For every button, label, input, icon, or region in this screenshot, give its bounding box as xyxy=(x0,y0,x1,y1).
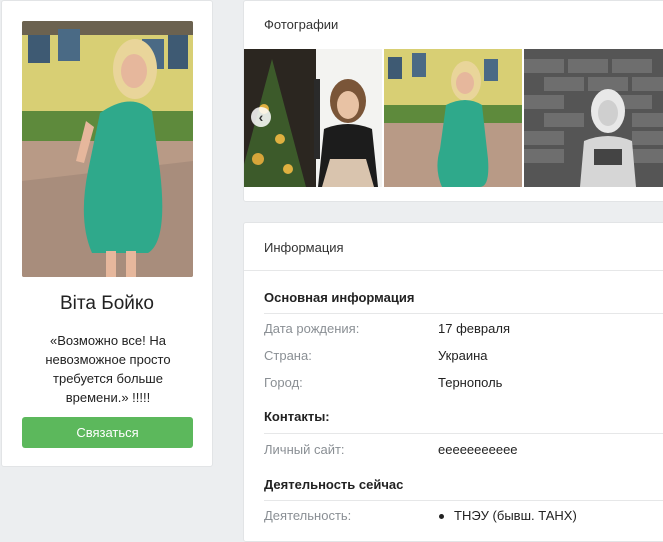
city-value: Тернополь xyxy=(438,375,503,390)
activity-value[interactable]: ТНЭУ (бывш. ТАНХ) xyxy=(454,508,577,523)
divider xyxy=(264,500,663,501)
contact-button[interactable]: Связаться xyxy=(22,417,193,448)
activity-label: Деятельность: xyxy=(264,508,352,523)
section-title-activity: Деятельность сейчас xyxy=(264,477,404,492)
country-label: Страна: xyxy=(264,348,312,363)
section-title-basic: Основная информация xyxy=(264,290,415,305)
profile-status: «Возможно все! На невозможное просто тре… xyxy=(45,333,171,405)
photo-thumbnail[interactable] xyxy=(384,49,522,187)
photo-thumbnail[interactable] xyxy=(524,49,663,187)
site-value: eeeeeeeeeee xyxy=(438,442,518,457)
birthday-label: Дата рождения: xyxy=(264,321,360,336)
profile-name: Віта Бойко xyxy=(60,293,154,314)
divider xyxy=(244,270,663,271)
chevron-left-icon[interactable]: ‹ xyxy=(251,107,271,127)
info-title: Информация xyxy=(264,240,344,255)
country-value: Украина xyxy=(438,348,488,363)
divider xyxy=(264,433,663,434)
divider xyxy=(264,313,663,314)
bullet-icon xyxy=(439,514,444,519)
info-card: Информация Основная информация Дата рожд… xyxy=(243,222,663,542)
profile-avatar[interactable] xyxy=(22,21,193,277)
birthday-value: 17 февраля xyxy=(438,321,510,336)
site-label: Личный сайт: xyxy=(264,442,345,457)
photos-card: Фотографии ‹ xyxy=(243,0,663,202)
photo-strip: ‹ xyxy=(244,49,663,187)
city-label: Город: xyxy=(264,375,303,390)
profile-card: Віта Бойко «Возможно все! На невозможное… xyxy=(1,0,213,467)
section-title-contacts: Контакты: xyxy=(264,409,330,424)
photos-title: Фотографии xyxy=(264,17,339,32)
